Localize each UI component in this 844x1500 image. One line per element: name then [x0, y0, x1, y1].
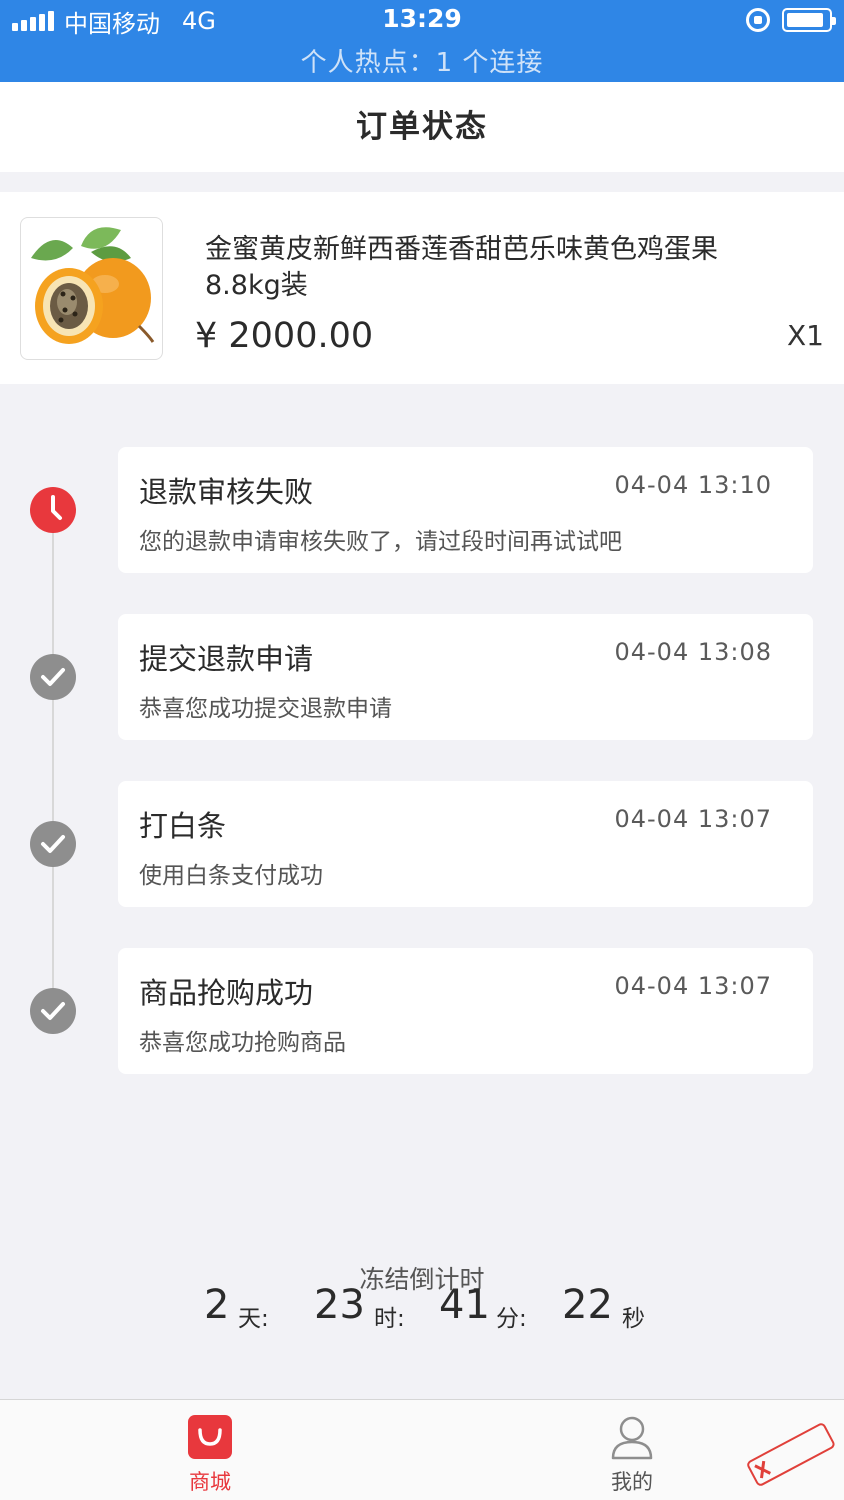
rotation-lock-icon: [746, 8, 770, 32]
status-time: 13:29: [382, 4, 462, 33]
tab-mine-label: 我的: [611, 1470, 653, 1494]
timeline-time: 04-04 13:10: [614, 471, 772, 499]
check-icon: [30, 988, 76, 1034]
timeline-desc: 恭喜您成功抢购商品: [139, 1030, 346, 1056]
timeline-card-2: 提交退款申请 04-04 13:08 恭喜您成功提交退款申请: [118, 614, 813, 740]
user-icon: [609, 1414, 655, 1460]
timeline-title: 提交退款申请: [139, 642, 314, 676]
tab-mine[interactable]: 我的: [572, 1400, 692, 1500]
product-card[interactable]: 金蜜黄皮新鲜西番莲香甜芭乐味黄色鸡蛋果8.8kg装 ¥ 2000.00 X1: [0, 192, 844, 384]
bottom-tab-bar: 商城 我的: [0, 1399, 844, 1500]
hotspot-banner[interactable]: 个人热点：1 个连接: [0, 42, 844, 79]
product-name: 金蜜黄皮新鲜西番莲香甜芭乐味黄色鸡蛋果8.8kg装: [205, 234, 718, 301]
clock-icon: [30, 487, 76, 533]
page-header: 订单状态: [0, 82, 844, 172]
countdown-label: 冻结倒计时: [359, 1265, 485, 1294]
timeline-card-4: 商品抢购成功 04-04 13:07 恭喜您成功抢购商品: [118, 948, 813, 1074]
status-bar-right: [746, 8, 836, 32]
status-bar: 中国移动 4G 13:29 个人热点：1 个连接: [0, 0, 844, 82]
page-title: 订单状态: [356, 109, 488, 145]
battery-icon: [782, 8, 836, 32]
timeline-title: 退款审核失败: [139, 475, 314, 509]
battery-level: [787, 13, 823, 27]
countdown-seconds: 22: [562, 1282, 613, 1328]
passion-fruit-image: [20, 217, 163, 360]
countdown-seconds-unit: 秒: [622, 1306, 645, 1332]
timeline-desc: 您的退款申请审核失败了，请过段时间再试试吧: [139, 529, 622, 555]
countdown-hours: 23: [314, 1282, 365, 1328]
countdown-days-unit: 天:: [238, 1306, 269, 1332]
watermark-logo: [740, 1420, 840, 1490]
tab-shop-label: 商城: [189, 1470, 231, 1494]
check-icon: [30, 654, 76, 700]
check-icon: [30, 821, 76, 867]
countdown-minutes: 41: [439, 1282, 490, 1328]
product-quantity: X1: [787, 319, 824, 352]
shopping-bag-icon: [187, 1414, 233, 1460]
timeline-card-3: 打白条 04-04 13:07 使用白条支付成功: [118, 781, 813, 907]
timeline-title: 商品抢购成功: [139, 976, 314, 1010]
timeline-title: 打白条: [139, 809, 227, 843]
countdown-days: 2: [204, 1282, 230, 1328]
countdown-minutes-unit: 分:: [496, 1306, 527, 1332]
timeline-desc: 使用白条支付成功: [139, 863, 323, 889]
timeline-line: [52, 510, 54, 1010]
timeline-time: 04-04 13:07: [614, 972, 772, 1000]
countdown-hours-unit: 时:: [374, 1306, 405, 1332]
timeline-time: 04-04 13:08: [614, 638, 772, 666]
timeline-desc: 恭喜您成功提交退款申请: [139, 696, 392, 722]
tab-shop[interactable]: 商城: [150, 1400, 270, 1500]
product-price: ¥ 2000.00: [195, 316, 374, 356]
timeline-card-1: 退款审核失败 04-04 13:10 您的退款申请审核失败了，请过段时间再试试吧: [118, 447, 813, 573]
timeline-time: 04-04 13:07: [614, 805, 772, 833]
